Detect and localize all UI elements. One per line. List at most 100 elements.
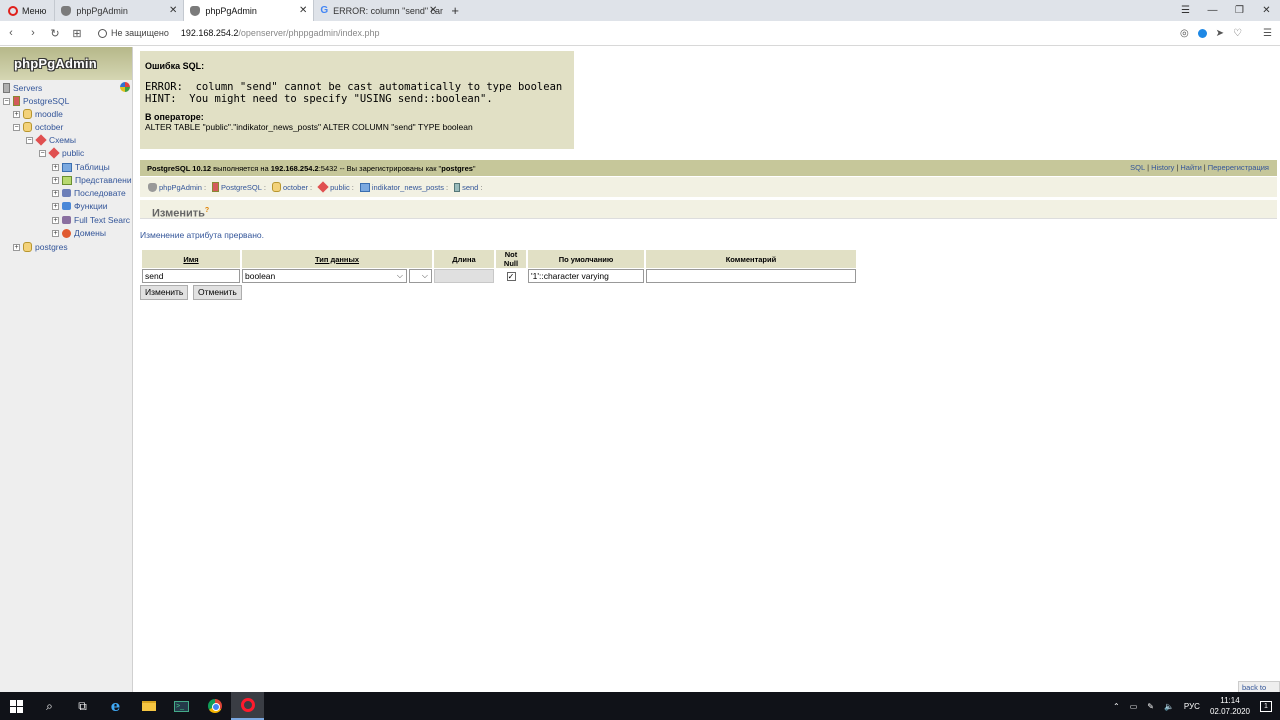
tree-label: moodle [35, 109, 63, 119]
collapse-icon[interactable]: − [39, 149, 46, 157]
length-input [434, 269, 494, 283]
hint-line: HINT: You might need to specify "USING s… [145, 93, 493, 105]
tree-item-functions[interactable]: + Функции [52, 201, 108, 211]
tree-item-views[interactable]: + Представлени [52, 175, 132, 185]
language-indicator[interactable]: РУС [1184, 702, 1200, 711]
logo-text: phpPgAdmin [14, 56, 97, 71]
tree-item-domains[interactable]: + Домены [52, 228, 106, 238]
refresh-tree-icon[interactable] [120, 82, 130, 92]
breadcrumb-schema[interactable]: public: [317, 181, 357, 193]
internet-explorer-icon[interactable]: e [99, 692, 132, 720]
header-type[interactable]: Тип данных [242, 250, 432, 268]
alter-button[interactable]: Изменить [140, 285, 189, 300]
header-name[interactable]: Имя [142, 250, 240, 268]
tray-chevron-up-icon[interactable]: ⌃ [1113, 702, 1120, 711]
not-null-checkbox[interactable]: ✓ [506, 271, 516, 281]
easy-setup-icon[interactable]: ☰ [1263, 28, 1272, 39]
forward-icon[interactable]: › [22, 27, 44, 39]
form-header-row: Имя Тип данных Длина Not Null По умолчан… [142, 250, 856, 268]
expand-icon[interactable]: + [52, 189, 59, 197]
sql-error-box: Ошибка SQL: ERROR: column "send" cannot … [140, 51, 574, 149]
tab-close-icon[interactable]: ✕ [169, 5, 177, 16]
cancel-button[interactable]: Отменить [193, 285, 242, 300]
tree-item-sequences[interactable]: + Последовате [52, 188, 126, 198]
tab-close-icon[interactable]: ✕ [429, 5, 437, 16]
back-icon[interactable]: ‹ [0, 27, 22, 39]
breadcrumb-server[interactable]: PostgreSQL: [212, 182, 269, 192]
expand-icon[interactable]: + [52, 202, 59, 210]
file-explorer-icon[interactable] [132, 692, 165, 720]
tree-label: Servers [13, 83, 43, 93]
tree-item-schemas[interactable]: − Схемы [26, 134, 76, 146]
expand-icon[interactable]: + [52, 163, 59, 171]
default-value-input[interactable] [528, 269, 644, 283]
url-field[interactable]: 192.168.254.2/openserver/phppgadmin/inde… [181, 28, 380, 38]
collapse-icon[interactable]: − [13, 123, 20, 131]
chrome-icon[interactable] [198, 692, 231, 720]
expand-icon[interactable]: + [52, 229, 59, 237]
sequences-icon [62, 189, 71, 197]
logout-link[interactable]: Перерегистрация [1208, 163, 1269, 172]
tree-item-public[interactable]: − public [39, 147, 84, 159]
expand-icon[interactable]: + [52, 176, 59, 184]
help-link[interactable]: ? [205, 207, 209, 214]
breadcrumb-table[interactable]: indikator_news_posts: [359, 182, 451, 192]
collapse-icon[interactable]: − [26, 136, 33, 144]
breadcrumb-column[interactable]: send: [454, 182, 485, 192]
close-window-icon[interactable]: ✕ [1253, 5, 1280, 16]
opera-menu-button[interactable]: Меню [0, 0, 54, 21]
speed-dial-icon[interactable]: ⊞ [66, 27, 88, 40]
tab-phppgadmin-1[interactable]: phpPgAdmin ✕ [54, 0, 183, 21]
send-icon[interactable]: ➤ [1216, 28, 1224, 39]
url-path: /openserver/phppgadmin/index.php [238, 28, 380, 38]
tree-item-full-text-search[interactable]: + Full Text Searc [52, 215, 130, 225]
tab-menu-icon[interactable]: ☰ [1172, 5, 1199, 16]
security-indicator[interactable]: Не защищено [98, 28, 169, 38]
collapse-icon[interactable]: − [3, 97, 10, 105]
tree-item-servers[interactable]: Servers [3, 83, 42, 93]
tree-item-moodle[interactable]: + moodle [13, 109, 63, 119]
expand-icon[interactable]: + [13, 243, 20, 251]
start-button[interactable] [0, 692, 33, 720]
network-icon[interactable]: ▭ [1130, 702, 1138, 711]
postgresql-server-icon [212, 182, 220, 192]
chevron-down-icon: ⌵ [396, 271, 403, 280]
tab-error[interactable]: G ERROR: column "send" can ✕ [313, 0, 443, 21]
terminal-icon[interactable]: >_ [165, 692, 198, 720]
restore-icon[interactable]: ❐ [1226, 5, 1253, 16]
new-tab-button[interactable]: + [443, 0, 467, 21]
tree-label: Домены [74, 228, 106, 238]
notification-icon[interactable]: 1 [1260, 700, 1272, 712]
camera-icon[interactable]: ◎ [1180, 28, 1189, 39]
array-select[interactable]: ⌵ [409, 269, 432, 283]
opera-taskbar-icon[interactable] [231, 692, 264, 720]
minimize-icon[interactable]: — [1199, 5, 1226, 16]
tree-item-tables[interactable]: + Таблицы [52, 162, 110, 172]
search-icon[interactable]: ⌕ [33, 692, 66, 720]
tab-close-icon[interactable]: ✕ [299, 5, 307, 16]
expand-icon[interactable]: + [13, 110, 20, 118]
tab-phppgadmin-2[interactable]: phpPgAdmin ✕ [183, 0, 314, 21]
task-view-icon[interactable]: ⧉ [66, 692, 99, 720]
find-link[interactable]: Найти [1180, 163, 1201, 172]
sql-link[interactable]: SQL [1130, 163, 1145, 172]
phppgadmin-logo[interactable]: phpPgAdmin [0, 47, 132, 80]
tree-item-postgres[interactable]: + postgres [13, 242, 68, 252]
tree-item-postgresql[interactable]: − PostgreSQL [3, 96, 69, 106]
comment-input[interactable] [646, 269, 856, 283]
expand-icon[interactable]: + [52, 216, 59, 224]
volume-icon[interactable]: 🔈 [1164, 702, 1174, 711]
database-icon [23, 242, 32, 252]
breadcrumb-phppgadmin[interactable]: phpPgAdmin: [148, 182, 209, 192]
breadcrumb-database[interactable]: october: [272, 182, 315, 192]
data-type-select[interactable]: boolean ⌵ [242, 269, 407, 283]
history-link[interactable]: History [1151, 163, 1174, 172]
column-name-input[interactable] [142, 269, 240, 283]
adblock-shield-icon[interactable] [1197, 29, 1207, 38]
tree-item-october[interactable]: − october [13, 122, 63, 132]
heart-icon[interactable]: ♡ [1233, 28, 1242, 39]
clock[interactable]: 11:14 02.07.2020 [1210, 695, 1250, 717]
reload-icon[interactable]: ↻ [44, 27, 66, 40]
database-icon [272, 182, 281, 192]
pen-icon[interactable]: ✎ [1147, 702, 1154, 711]
